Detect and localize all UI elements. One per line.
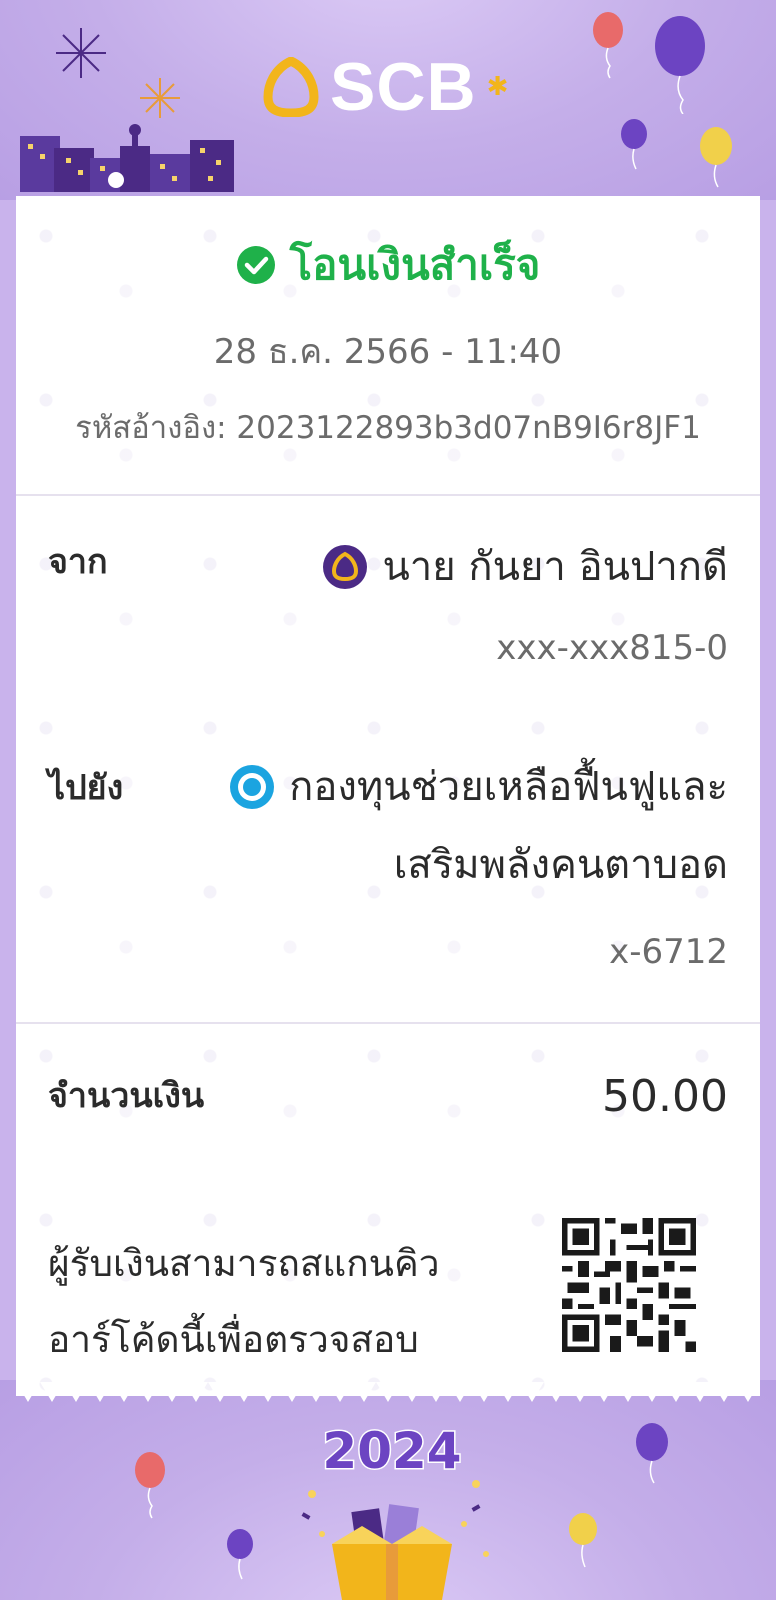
success-check-icon — [236, 246, 275, 284]
firework-decoration — [140, 78, 180, 118]
qr-code-icon[interactable] — [562, 1218, 696, 1352]
receipt-torn-edge — [16, 1382, 760, 1402]
reference-number: รหัสอ้างอิง: 2023122893b3d07nB9I6r8JF1 — [75, 410, 701, 446]
status-text: โอนเงินสำเร็จ — [289, 240, 541, 289]
balloon-decoration — [227, 1529, 253, 1580]
scb-bank-icon — [323, 545, 368, 589]
from-label: จาก — [48, 542, 108, 582]
recipient-name-line: กองทุนช่วยเหลือฟื้นฟูและ — [168, 762, 728, 812]
firework-decoration — [56, 28, 106, 78]
balloon-decoration — [621, 119, 647, 170]
transfer-status: โอนเงินสำเร็จ — [16, 238, 760, 292]
to-label: ไปยัง — [48, 768, 124, 808]
balloon-decoration — [636, 1423, 668, 1484]
divider — [16, 494, 760, 496]
balloon-decoration — [700, 127, 732, 188]
brand-name: SCB — [330, 49, 477, 125]
scb-logo: SCB ✱ — [262, 52, 508, 122]
verify-line1: ผู้รับเงินสามารถสแกนคิว — [48, 1242, 440, 1285]
verify-instructions: ผู้รับเงินสามารถสแกนคิว อาร์โค้ดนี้เพื่อ… — [48, 1226, 528, 1378]
from-account-row: นาย กันยา อินปากดี — [322, 542, 728, 592]
amount-value: 50.00 — [602, 1071, 728, 1122]
scb-logo-icon — [263, 57, 319, 117]
new-year-2024-banner: 2024 — [301, 1421, 489, 1600]
balloon-decoration — [593, 12, 623, 79]
city-skyline-decoration — [20, 124, 234, 192]
transaction-datetime: 28 ธ.ค. 2566 - 11:40 — [213, 332, 563, 372]
banner-year: 2024 — [322, 1422, 461, 1480]
balloon-decoration — [569, 1513, 597, 1568]
krungthai-bank-icon — [230, 765, 275, 809]
receipt-header: โอนเงินสำเร็จ 28 ธ.ค. 2566 - 11:40 รหัสอ… — [16, 196, 760, 494]
sender-account: xxx-xxx815-0 — [496, 628, 728, 668]
receipt-card: โอนเงินสำเร็จ 28 ธ.ค. 2566 - 11:40 รหัสอ… — [16, 196, 760, 1396]
divider — [16, 1022, 760, 1024]
to-account-block: กองทุนช่วยเหลือฟื้นฟูและ เสริมพลังคนตาบอ… — [168, 762, 728, 890]
balloon-decoration — [135, 1452, 165, 1519]
recipient-name-line1: กองทุนช่วยเหลือฟื้นฟูและ — [289, 764, 728, 810]
verify-line2: อาร์โค้ดนี้เพื่อตรวจสอบ — [48, 1318, 419, 1361]
sender-name: นาย กันยา อินปากดี — [382, 544, 728, 590]
recipient-name-line2-row: เสริมพลังคนตาบอด — [168, 840, 728, 890]
balloon-decoration — [655, 16, 705, 114]
sparkle-icon: ✱ — [486, 72, 509, 102]
recipient-account: x-6712 — [609, 932, 728, 972]
recipient-name-line2: เสริมพลังคนตาบอด — [393, 842, 728, 888]
amount-label: จำนวนเงิน — [48, 1076, 205, 1116]
